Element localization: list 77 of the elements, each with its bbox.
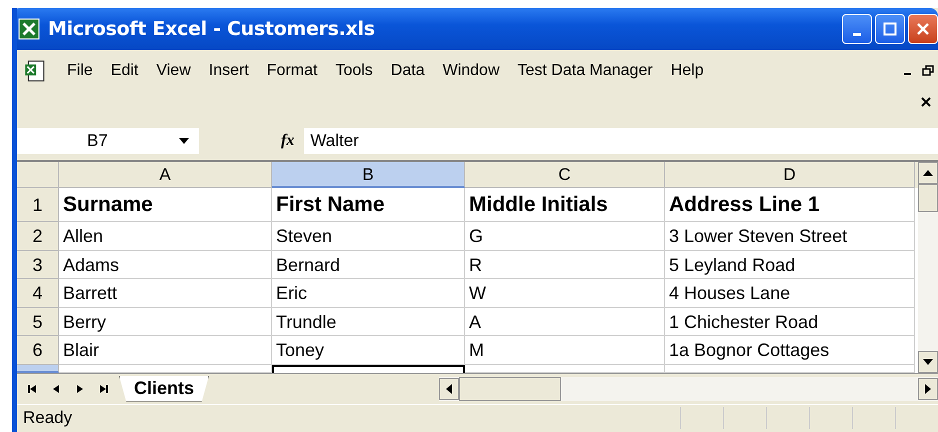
previous-sheet-icon[interactable] [51,384,61,394]
maximize-icon [883,22,897,36]
row-header[interactable]: 4 [17,279,59,308]
table-cell: Eric [272,279,465,308]
menu-item[interactable]: View [148,62,201,80]
workbook-icon[interactable] [23,59,47,83]
row-header[interactable]: 1 [17,188,59,222]
table-cell: 1 Chichester Road [665,308,915,336]
first-sheet-icon[interactable] [27,384,37,394]
table-cell: Trundle [272,308,465,336]
table-cell: G [465,222,665,250]
menu-item[interactable]: Test Data Manager [510,62,663,80]
right-arrow-icon[interactable] [925,384,931,394]
menu-item[interactable]: Insert [200,62,259,80]
column-header[interactable]: B [272,162,465,188]
table-cell: Berry [59,308,272,336]
header-cell: Address Line 1 [665,188,915,222]
table-cell[interactable] [465,364,665,372]
vertical-scrollbar[interactable] [918,162,938,372]
dropdown-arrow-icon[interactable] [179,138,189,144]
left-arrow-icon[interactable] [446,384,452,394]
table-cell: 1a Bognor Cottages [665,336,915,364]
close-icon[interactable] [920,96,932,108]
horizontal-scrollbar[interactable] [439,376,938,400]
header-cell: Surname [59,188,272,222]
scroll-thumb[interactable] [918,184,938,212]
column-header[interactable]: C [465,162,665,188]
menu-item[interactable]: Tools [327,62,383,80]
header-cell: Middle Initials [465,188,665,222]
next-sheet-icon[interactable] [75,384,85,394]
scroll-thumb[interactable] [459,376,562,400]
name-box[interactable]: B7 [17,128,199,154]
sheet-tab[interactable]: Clients [119,376,210,402]
table-cell: W [465,279,665,308]
table-cell: M [465,336,665,364]
table-cell[interactable] [59,364,272,372]
spreadsheet-icon [18,18,40,40]
column-header[interactable]: D [665,162,915,188]
close-button[interactable] [908,14,938,44]
table-cell: Adams [59,250,272,279]
formula-field[interactable]: Walter [304,128,938,154]
minimize-button[interactable] [842,14,872,44]
table-cell: 5 Leyland Road [665,250,915,279]
row-header[interactable]: 2 [17,222,59,250]
insert-function-button[interactable]: fx [279,132,296,150]
up-arrow-icon[interactable] [923,170,933,176]
status-text: Ready [23,408,72,428]
maximize-button[interactable] [875,14,905,44]
table-cell: 3 Lower Steven Street [665,222,915,250]
active-cell[interactable] [272,364,465,372]
table-cell: Blair [59,336,272,364]
down-arrow-icon[interactable] [923,358,933,364]
menu-item[interactable]: Format [258,62,328,80]
table-cell: Toney [272,336,465,364]
menu-item[interactable]: Edit [102,62,148,80]
row-header[interactable]: 5 [17,308,59,336]
column-header[interactable]: A [59,162,272,188]
restore-icon[interactable] [922,65,934,77]
header-cell: First Name [272,188,465,222]
last-sheet-icon[interactable] [99,384,109,394]
table-cell: Steven [272,222,465,250]
menu-item[interactable]: Help [662,62,714,80]
menu-item[interactable]: Window [434,62,510,80]
table-cell: Bernard [272,250,465,279]
table-cell: Allen [59,222,272,250]
table-cell: Barrett [59,279,272,308]
minimize-icon [853,32,861,36]
row-header[interactable]: 3 [17,250,59,279]
table-cell[interactable] [665,364,915,372]
close-icon [916,22,930,36]
menu-item[interactable]: Data [382,62,435,80]
table-cell: 4 Houses Lane [665,279,915,308]
table-cell: R [465,250,665,279]
table-cell: A [465,308,665,336]
row-header[interactable]: 6 [17,336,59,364]
window-title: Microsoft Excel - Customers.xls [48,18,375,40]
menu-item[interactable]: File [59,62,103,80]
